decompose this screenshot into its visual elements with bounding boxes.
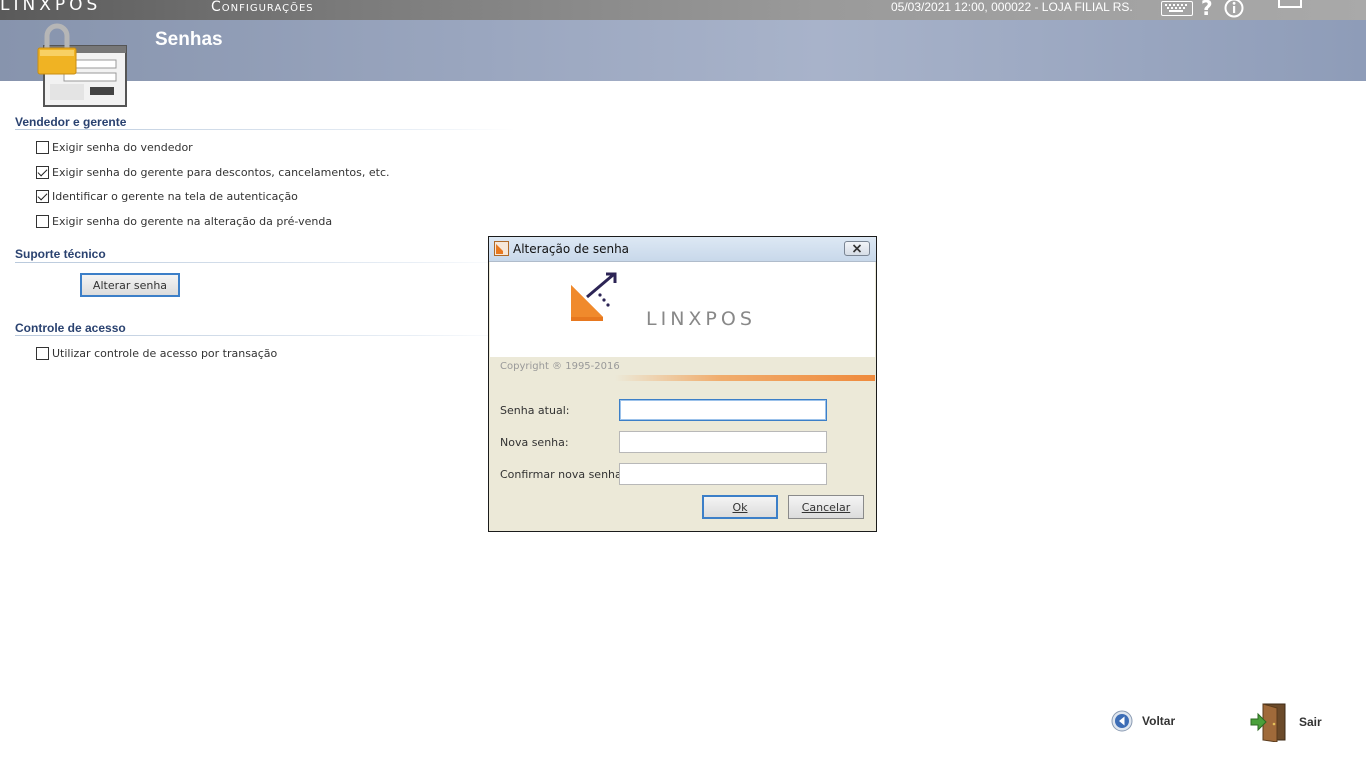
- section-title-vendedor: Vendedor e gerente: [15, 115, 127, 129]
- checkbox-box[interactable]: [36, 346, 49, 360]
- section-divider: [15, 335, 515, 336]
- copyright-text: Copyright ® 1995-2016: [500, 361, 620, 372]
- dialog-brand: LINXPOS: [646, 308, 756, 330]
- section-title-suporte: Suporte técnico: [15, 247, 106, 261]
- checkbox-controle-acesso-transacao[interactable]: Utilizar controle de acesso por transaçã…: [36, 345, 277, 361]
- session-info: 05/03/2021 12:00, 000022 - LOJA FILIAL R…: [891, 0, 1133, 14]
- confirmar-senha-label: Confirmar nova senha:: [500, 468, 626, 481]
- section-divider: [15, 129, 515, 130]
- checkbox-identificar-gerente[interactable]: Identificar o gerente na tela de autenti…: [36, 188, 298, 204]
- dialog-title: Alteração de senha: [513, 242, 630, 256]
- checkbox-senha-gerente-descontos[interactable]: Exigir senha do gerente para descontos, …: [36, 164, 390, 180]
- close-button[interactable]: [844, 241, 870, 256]
- back-arrow-icon: [1111, 710, 1133, 732]
- checkbox-label: Identificar o gerente na tela de autenti…: [52, 189, 298, 203]
- checkbox-label: Exigir senha do gerente para descontos, …: [52, 165, 390, 179]
- voltar-button[interactable]: Voltar: [1111, 710, 1175, 732]
- banner-stripe: [615, 375, 875, 381]
- dialog-titlebar[interactable]: Alteração de senha: [489, 237, 876, 262]
- app-icon: [494, 241, 509, 256]
- close-icon: [852, 244, 862, 253]
- alterar-senha-button[interactable]: Alterar senha: [80, 273, 180, 297]
- linx-logo-icon: [571, 272, 617, 321]
- checkbox-exigir-senha-vendedor[interactable]: Exigir senha do vendedor: [36, 139, 193, 155]
- alteracao-senha-dialog: Alteração de senha LINXPOS Copyright ® 1…: [488, 236, 877, 532]
- screen-icon[interactable]: [1278, 0, 1302, 8]
- sair-label: Sair: [1299, 715, 1322, 729]
- checkbox-label: Exigir senha do gerente na alteração da …: [52, 214, 333, 228]
- lock-icon: [37, 23, 127, 107]
- senha-atual-label: Senha atual:: [500, 404, 570, 417]
- info-icon[interactable]: [1223, 0, 1245, 19]
- voltar-label: Voltar: [1142, 714, 1176, 728]
- module-title: Configurações: [211, 0, 314, 15]
- checkbox-label: Utilizar controle de acesso por transaçã…: [52, 346, 278, 360]
- confirmar-senha-input[interactable]: [619, 463, 827, 485]
- sair-button[interactable]: Sair: [1249, 702, 1322, 742]
- nova-senha-label: Nova senha:: [500, 436, 569, 449]
- dialog-banner: LINXPOS Copyright ® 1995-2016: [490, 262, 875, 381]
- keyboard-icon[interactable]: [1161, 1, 1193, 16]
- nova-senha-input[interactable]: [619, 431, 827, 453]
- checkbox-box[interactable]: [36, 214, 49, 228]
- checkbox-label: Exigir senha do vendedor: [52, 140, 193, 154]
- page-title: Senhas: [155, 29, 223, 50]
- senha-atual-input[interactable]: [619, 399, 827, 421]
- checkbox-box[interactable]: [36, 165, 49, 179]
- help-icon[interactable]: ?: [1201, 0, 1213, 20]
- ok-button[interactable]: Ok: [702, 495, 778, 519]
- checkbox-box[interactable]: [36, 189, 49, 203]
- checkbox-box[interactable]: [36, 140, 49, 154]
- checkbox-senha-gerente-pre-venda[interactable]: Exigir senha do gerente na alteração da …: [36, 213, 332, 229]
- cancel-button[interactable]: Cancelar: [788, 495, 864, 519]
- section-divider: [15, 262, 515, 263]
- top-bar: LINXPOS Configurações 05/03/2021 12:00, …: [0, 0, 1366, 20]
- section-title-controle: Controle de acesso: [15, 321, 126, 335]
- app-brand: LINXPOS: [0, 0, 102, 15]
- exit-door-icon: [1250, 703, 1286, 742]
